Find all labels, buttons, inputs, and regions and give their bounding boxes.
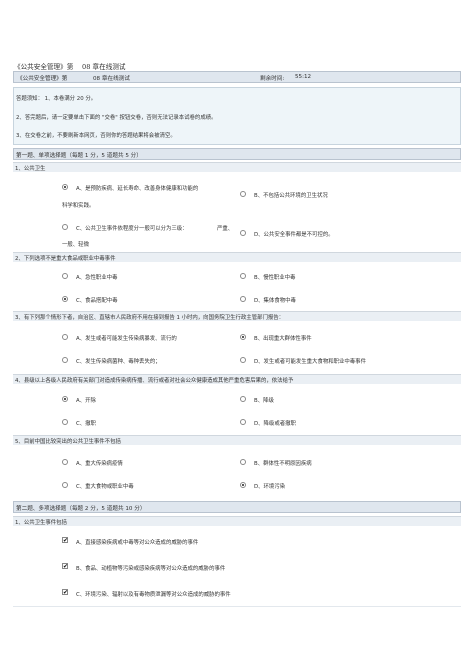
option-q5-b: B、群体性不明原因疾病 bbox=[254, 461, 312, 467]
radio-q3-b[interactable] bbox=[240, 334, 246, 340]
radio-q5-c[interactable] bbox=[62, 482, 68, 488]
question-stem: 5、目前中国比较突出的公共卫生事件不包括 bbox=[15, 439, 121, 445]
radio-q5-d[interactable] bbox=[240, 482, 246, 488]
option-q2-c: C、食品搭配中毒 bbox=[76, 298, 118, 304]
section-title: 第一题、单项选择题（每题 1 分，5 道题共 5 分） bbox=[16, 153, 142, 159]
question-2-stem-bar: 2、下列选项不是重大食品或职业中毒事件 bbox=[13, 252, 461, 262]
instruction-line-2: 2、答完题后，请一定要单击下面的 "交卷" 按钮交卷，否则无法记录本试卷的成绩。 bbox=[16, 115, 217, 121]
radio-q2-a[interactable] bbox=[62, 273, 68, 279]
option-q1-c-mid: 严重、 bbox=[217, 226, 234, 232]
option-q4-c: C、撤职 bbox=[76, 421, 96, 427]
checkbox-m1-c[interactable]: ✔ bbox=[62, 589, 68, 596]
multi-question-1-stem-bar: 1、公共卫生事件包括 bbox=[13, 516, 461, 526]
instruction-line-3: 3、在交卷之前，不要刷新本网页，否则你的答题结果将会被清空。 bbox=[16, 133, 176, 139]
option-q5-d: D、环境污染 bbox=[254, 484, 286, 490]
option-q1-a-line2: 科学和实践。 bbox=[62, 203, 95, 209]
radio-q1-c[interactable] bbox=[62, 224, 68, 230]
checkbox-m1-a[interactable]: ✔ bbox=[62, 537, 68, 544]
question-4-stem-bar: 4、县级以上各级人民政府有关部门对造成传染病传播、流行或者对社会公众健康造成其他… bbox=[13, 374, 461, 384]
radio-q3-d[interactable] bbox=[240, 357, 246, 363]
option-q1-b: B、不包括公共环境的卫生状况 bbox=[254, 193, 328, 199]
option-q2-b: B、慢性职业中毒 bbox=[254, 275, 296, 281]
radio-q5-a[interactable] bbox=[62, 459, 68, 465]
option-m1-a: A、直接感染疾病或中毒等对公众造成的威胁的事件 bbox=[76, 540, 199, 546]
checkbox-m1-b[interactable]: ✔ bbox=[62, 563, 68, 570]
question-3-stem-bar: 3、有下列那个情形下者，自治区、直辖市人民政府不用在接到报告 1 小时内，向国务… bbox=[13, 311, 461, 321]
exam-instructions: 答题须知： 1、本卷满分 20 分。 2、答完题后，请一定要单击下面的 "交卷"… bbox=[13, 87, 461, 145]
option-q5-c: C、重大食物或职业中毒 bbox=[76, 484, 134, 490]
question-stem: 1、公共卫生 bbox=[15, 166, 46, 172]
instruction-line-1: 答题须知： 1、本卷满分 20 分。 bbox=[16, 96, 97, 102]
option-m1-b: B、食品、动植物等污染或感染疾病等对公众造成的威胁的事件 bbox=[76, 566, 226, 572]
question-stem: 2、下列选项不是重大食品或职业中毒事件 bbox=[15, 256, 116, 262]
option-q1-c-line2: 一般、轻微 bbox=[62, 242, 89, 248]
radio-q1-b[interactable] bbox=[240, 191, 246, 197]
question-1-stem-bar: 1、公共卫生 bbox=[13, 162, 461, 172]
option-q1-c-line1: C、公共卫生事件依程度分一般可以分为三级： bbox=[76, 226, 188, 232]
option-q4-a: A、开除 bbox=[76, 398, 96, 404]
remaining-time-value: 55:12 bbox=[295, 74, 312, 80]
radio-q4-d[interactable] bbox=[240, 419, 246, 425]
radio-q4-c[interactable] bbox=[62, 419, 68, 425]
question-stem: 1、公共卫生事件包括 bbox=[15, 520, 67, 526]
document-title: 《公共安全管理》第 08 章在线测试 bbox=[14, 63, 126, 71]
option-q1-a-line1: A、是预防疾病、延长寿命、改善身体健康和功能的 bbox=[76, 186, 199, 192]
question-stem: 3、有下列那个情形下者，自治区、直辖市人民政府不用在接到报告 1 小时内，向国务… bbox=[15, 315, 285, 321]
radio-q4-b[interactable] bbox=[240, 396, 246, 402]
chapter-name: 08 章在线测试 bbox=[93, 76, 130, 82]
radio-q5-b[interactable] bbox=[240, 459, 246, 465]
radio-q3-c[interactable] bbox=[62, 357, 68, 363]
option-q3-a: A、发生或者可能发生传染病暴发、流行的 bbox=[76, 336, 177, 342]
option-q2-a: A、急性职业中毒 bbox=[76, 275, 118, 281]
radio-q1-a[interactable] bbox=[62, 184, 68, 190]
section-multiple-choice-header: 第二题、多项选择题（每题 2 分，5 道题共 10 分） bbox=[13, 501, 461, 513]
option-q3-c: C、发生传染病菌种、毒种丢失的； bbox=[76, 359, 161, 365]
remaining-time-label: 剩余时间: bbox=[260, 76, 285, 82]
section-single-choice-header: 第一题、单项选择题（每题 1 分，5 道题共 5 分） bbox=[13, 148, 461, 160]
option-q3-b: B、出现重大群体性事件 bbox=[254, 336, 312, 342]
section-title: 第二题、多项选择题（每题 2 分，5 道题共 10 分） bbox=[16, 506, 146, 512]
question-5-stem-bar: 5、目前中国比较突出的公共卫生事件不包括 bbox=[13, 435, 461, 445]
option-q4-d: D、降级或者撤职 bbox=[254, 421, 296, 427]
option-m1-c: C、环境污染、辐射以及有毒物质泄漏等对公众造成的威胁的事件 bbox=[76, 592, 231, 598]
option-q1-d: D、公共安全事件都是不可控的。 bbox=[254, 232, 334, 238]
radio-q2-c[interactable] bbox=[62, 296, 68, 302]
radio-q1-d[interactable] bbox=[240, 230, 246, 236]
exam-header-bar: 《公共安全管理》第 08 章在线测试 剩余时间: 55:12 bbox=[13, 71, 461, 83]
option-q4-b: B、降级 bbox=[254, 398, 274, 404]
question-stem: 4、县级以上各级人民政府有关部门对造成传染病传播、流行或者对社会公众健康造成其他… bbox=[15, 378, 294, 384]
radio-q3-a[interactable] bbox=[62, 334, 68, 340]
divider bbox=[13, 606, 461, 607]
radio-q4-a[interactable] bbox=[62, 396, 68, 402]
radio-q2-d[interactable] bbox=[240, 296, 246, 302]
radio-q2-b[interactable] bbox=[240, 273, 246, 279]
course-name: 《公共安全管理》第 bbox=[17, 76, 68, 82]
option-q2-d: D、集体食物中毒 bbox=[254, 298, 296, 304]
option-q3-d: D、发生或者可能发生重大食物和职业中毒事件 bbox=[254, 359, 366, 365]
option-q5-a: A、重大传染病疫情 bbox=[76, 461, 123, 467]
